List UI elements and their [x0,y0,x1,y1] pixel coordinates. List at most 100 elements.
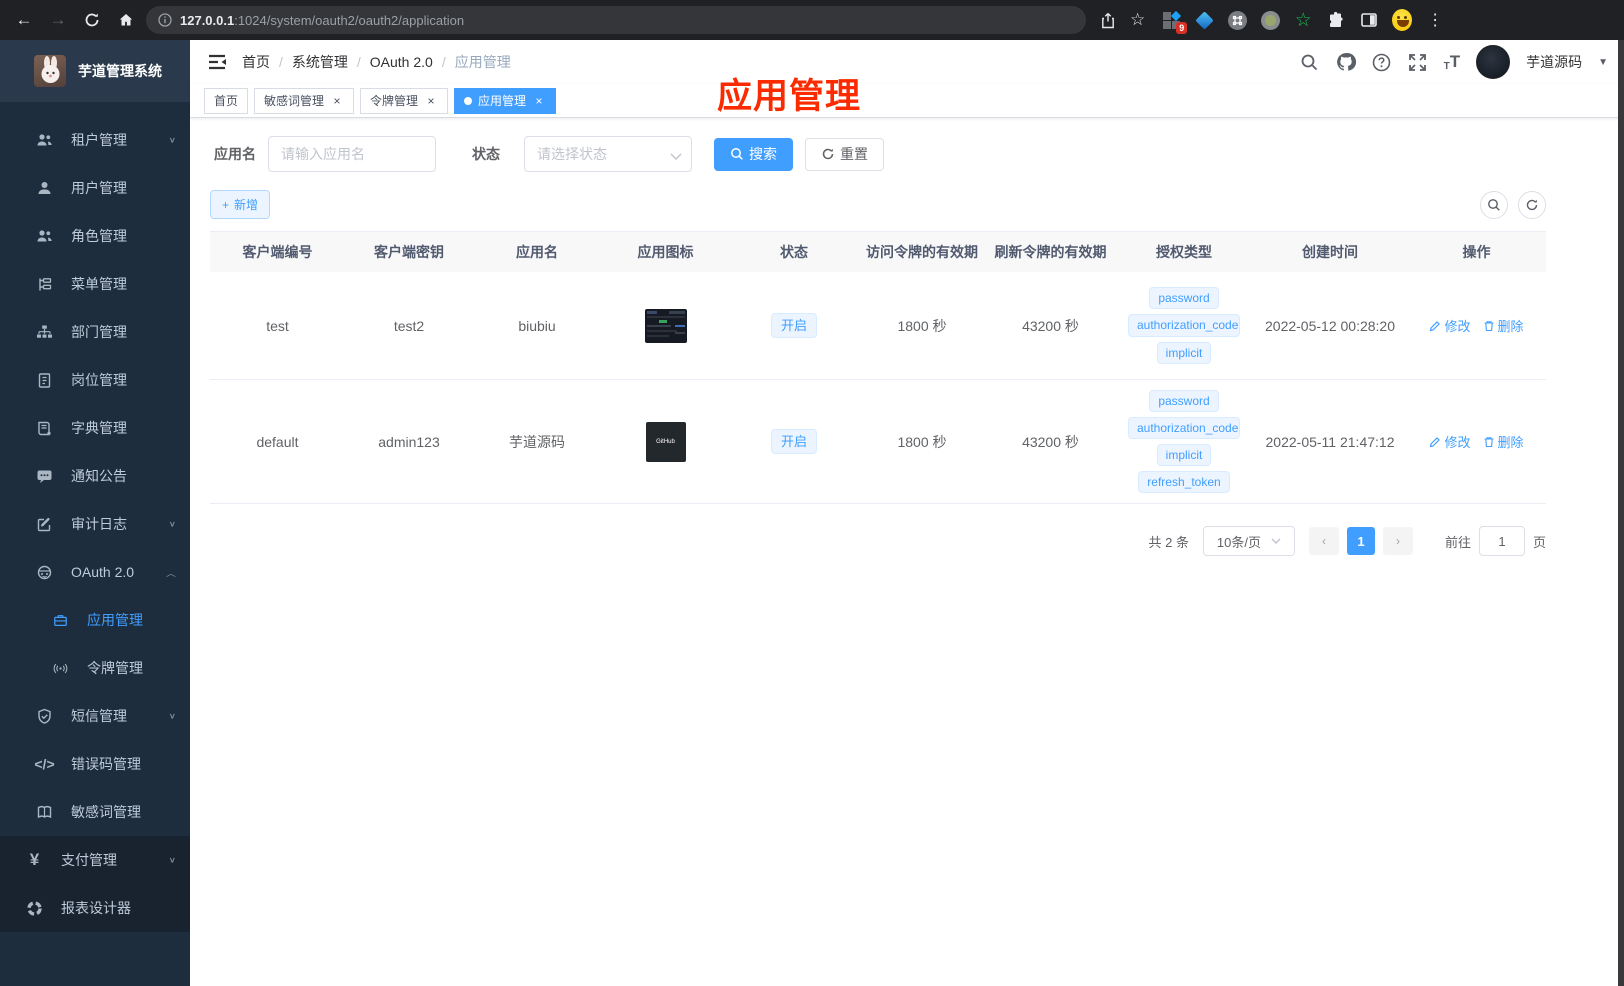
url-path: :1024/system/oauth2/oauth2/application [234,12,465,28]
extension-star-icon[interactable]: ☆ [1293,10,1313,30]
sidebar-item-dict[interactable]: 字典管理 [0,404,190,452]
status-badge[interactable]: 开启 [770,428,817,455]
font-size-icon[interactable]: TT [1444,52,1461,72]
address-bar[interactable]: 127.0.0.1:1024/system/oauth2/oauth2/appl… [146,6,1086,34]
extension-tray: 9 ☆ ⋮ [1161,9,1445,34]
top-navbar: 首页 / 系统管理 / OAuth 2.0 / 应用管理 TT 芋道源码 ▼ [190,40,1624,84]
edit-button[interactable]: 修改 [1429,432,1471,451]
sidebar-item-errorcode[interactable]: </> 错误码管理 [0,740,190,788]
hamburger-icon[interactable] [206,51,228,73]
status-select[interactable] [524,136,692,172]
extension-grid-icon[interactable]: 9 [1161,10,1188,34]
share-icon[interactable] [1100,12,1116,29]
fullscreen-icon[interactable] [1408,52,1428,72]
cell-access-validity: 1800 秒 [897,433,947,450]
app-name-input[interactable] [268,136,436,172]
sidebar-item-menu[interactable]: 菜单管理 [0,260,190,308]
sidebar-item-dept[interactable]: 部门管理 [0,308,190,356]
search-button[interactable]: 搜索 [714,137,793,171]
cell-app-icon [601,308,730,343]
browser-forward-icon[interactable]: → [44,6,72,34]
sidebar-item-label: 菜单管理 [71,276,127,292]
close-icon[interactable]: × [330,94,344,108]
browser-home-icon[interactable] [112,6,140,34]
browser-back-icon[interactable]: ← [10,6,38,34]
breadcrumb-oauth[interactable]: OAuth 2.0 [370,54,433,70]
status-badge[interactable]: 开启 [770,312,817,339]
profile-avatar-icon[interactable] [1392,9,1413,31]
bookmark-star-icon[interactable]: ☆ [1130,10,1145,30]
breadcrumb-system[interactable]: 系统管理 [292,52,348,72]
add-button[interactable]: + 新增 [210,190,271,219]
site-info-icon[interactable] [158,13,172,27]
page-1-button[interactable]: 1 [1346,527,1375,555]
github-icon[interactable] [1336,52,1356,72]
annotation-overlay: 应用管理 [717,77,862,116]
app-icon-image: GitHub [645,421,686,462]
user-avatar[interactable] [1476,45,1511,79]
browser-reload-icon[interactable] [78,6,106,34]
sidebar-item-oauth[interactable]: OAuth 2.0 ︿ [0,548,190,596]
sidebar-item-notice[interactable]: 通知公告 [0,452,190,500]
sidebar-item-user[interactable]: 用户管理 [0,164,190,212]
active-dot-icon [464,96,473,105]
prev-page-button[interactable]: ‹ [1308,527,1339,555]
close-icon[interactable]: × [532,94,546,108]
search-icon [731,148,743,160]
sidebar-logo[interactable]: 芋道管理系统 [0,40,190,102]
extension-dot-icon[interactable] [1260,10,1280,30]
browser-toolbar: ← → 127.0.0.1:1024/system/oauth2/oauth2/… [0,0,1624,40]
col-secret: 客户端密钥 [374,244,444,260]
sidebar-item-tenant[interactable]: 租户管理 ∨ [0,116,190,164]
segment-wheel-icon [26,900,43,917]
page-size-select[interactable]: 10条/页 [1202,526,1295,556]
goto-page-input[interactable] [1478,526,1525,556]
sidebar-item-label: 报表设计器 [61,900,131,916]
sidebar-item-sensitive[interactable]: 敏感词管理 [0,788,190,836]
edit-button[interactable]: 修改 [1429,316,1471,335]
sidebar-item-pay[interactable]: ¥ 支付管理 ∨ [0,836,190,884]
sidebar-item-role[interactable]: 角色管理 [0,212,190,260]
search-icon[interactable] [1300,52,1320,72]
help-icon[interactable] [1372,52,1392,72]
sidebar-item-post[interactable]: 岗位管理 [0,356,190,404]
sidebar-item-oauth-token[interactable]: 令牌管理 [0,644,190,692]
sidebar-item-sms[interactable]: 短信管理 ∨ [0,692,190,740]
app-title: 芋道管理系统 [78,63,162,79]
show-search-toggle-button[interactable] [1480,190,1508,219]
delete-button[interactable]: 删除 [1483,316,1524,335]
extension-kite-icon[interactable] [1194,10,1214,30]
tab-token[interactable]: 令牌管理 × [360,87,449,114]
signal-icon [52,660,69,677]
next-page-button[interactable]: › [1382,527,1413,555]
sidebar-item-label: 审计日志 [71,516,127,532]
refresh-table-button[interactable] [1518,190,1546,219]
side-panel-icon[interactable] [1359,10,1379,30]
breadcrumb-home[interactable]: 首页 [242,52,270,72]
toolbar: + 新增 [210,190,1546,219]
tab-sensitive[interactable]: 敏感词管理 × [254,87,355,114]
status-label: 状态 [472,146,500,162]
delete-button[interactable]: 删除 [1483,432,1524,451]
sidebar-item-audit[interactable]: 审计日志 ∨ [0,500,190,548]
cell-app-name: 芋道源码 [509,433,565,450]
close-icon[interactable]: × [424,94,438,108]
browser-menu-kebab-icon[interactable]: ⋮ [1425,10,1445,30]
grant-tag: refresh_token [1138,471,1230,494]
url-host: 127.0.0.1 [180,12,235,28]
user-caret-icon[interactable]: ▼ [1598,57,1608,68]
sidebar-item-report[interactable]: 报表设计器 [0,884,190,932]
window-scrollbar[interactable] [1618,40,1624,986]
tab-home[interactable]: 首页 [204,87,249,114]
sidebar-item-oauth-application[interactable]: 应用管理 [0,596,190,644]
username[interactable]: 芋道源码 [1526,52,1582,72]
breadcrumb-separator: / [279,54,283,70]
extensions-puzzle-icon[interactable] [1326,10,1346,30]
cell-client-id: test [266,317,289,334]
sidebar-item-label: 岗位管理 [71,372,127,388]
reset-button[interactable]: 重置 [805,137,884,171]
extension-command-icon[interactable] [1227,10,1247,30]
tab-application[interactable]: 应用管理 × [454,87,557,114]
col-app-icon: 应用图标 [637,244,694,260]
total-count: 共 2 条 [1148,534,1189,550]
